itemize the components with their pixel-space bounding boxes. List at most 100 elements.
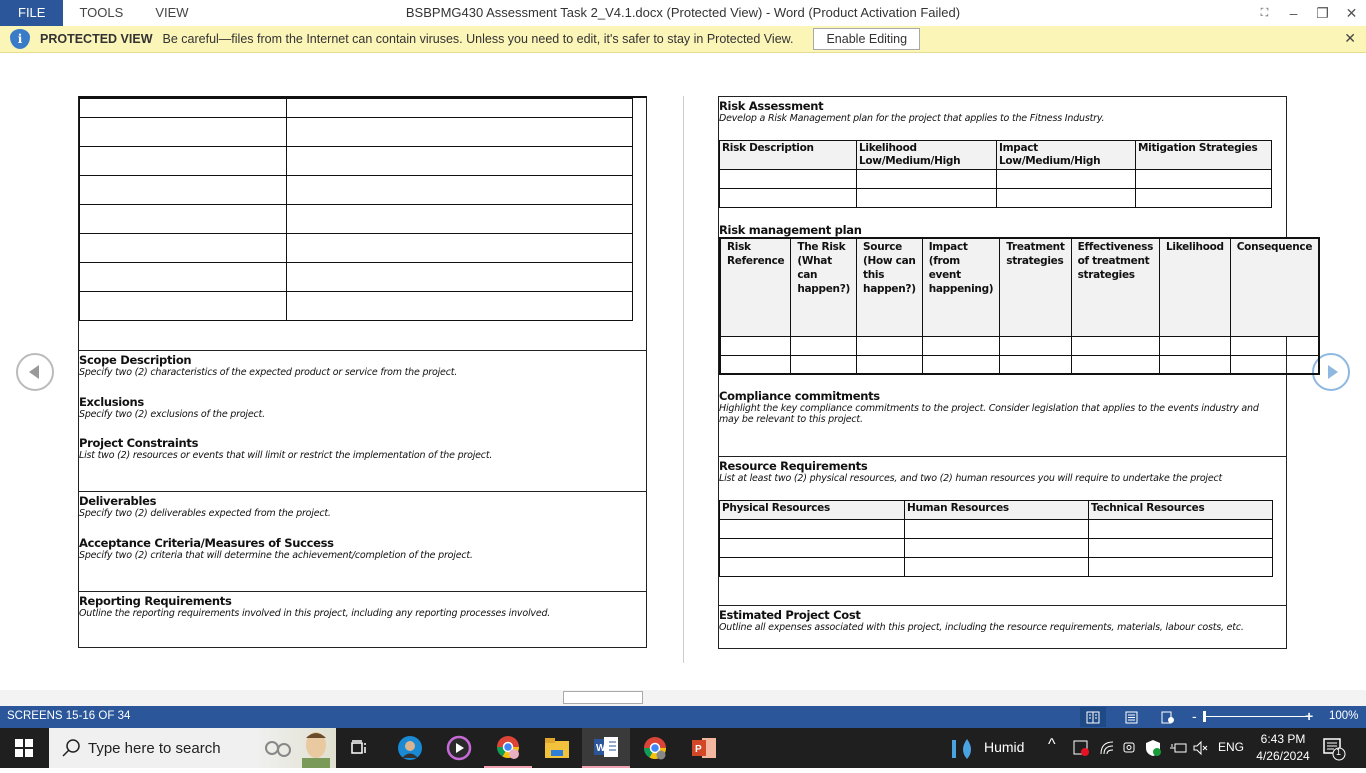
table-cell[interactable] xyxy=(1088,519,1273,539)
table-row xyxy=(79,233,633,263)
chrome-icon[interactable] xyxy=(631,728,679,768)
table-cell[interactable] xyxy=(79,175,287,205)
table-cell[interactable] xyxy=(1088,538,1273,558)
table-cell[interactable] xyxy=(719,354,792,375)
zoom-slider[interactable] xyxy=(1203,716,1307,717)
table-cell[interactable] xyxy=(999,335,1072,356)
horizontal-scrollbar[interactable] xyxy=(0,690,1366,706)
table-cell[interactable] xyxy=(790,354,858,375)
previous-screen-button[interactable] xyxy=(16,353,54,391)
table-cell[interactable] xyxy=(719,188,857,208)
table-cell[interactable] xyxy=(904,538,1089,558)
windows-start-icon[interactable] xyxy=(0,728,48,768)
table-cell[interactable] xyxy=(1159,335,1231,356)
menu-tools[interactable]: TOOLS xyxy=(63,0,139,26)
table-cell[interactable] xyxy=(719,557,905,577)
table-cell[interactable] xyxy=(286,146,633,176)
security-shield-icon[interactable] xyxy=(1145,739,1161,762)
table-cell[interactable] xyxy=(1229,354,1320,375)
powerpoint-icon[interactable]: P xyxy=(680,728,728,768)
battery-plug-icon[interactable] xyxy=(1169,740,1187,761)
table-cell[interactable] xyxy=(790,335,858,356)
table-cell[interactable] xyxy=(79,98,287,118)
scrollbar-thumb[interactable] xyxy=(563,691,643,704)
section-title: Deliverables xyxy=(79,494,157,508)
table-cell[interactable] xyxy=(996,188,1136,208)
file-explorer-icon[interactable] xyxy=(533,728,581,768)
table-cell[interactable] xyxy=(856,335,923,356)
table-cell[interactable] xyxy=(286,117,633,147)
table-cell[interactable] xyxy=(719,169,857,189)
camera-icon[interactable] xyxy=(1122,740,1136,761)
weather-text[interactable]: Humid xyxy=(984,739,1024,755)
zoom-out-button[interactable]: - xyxy=(1192,708,1197,724)
enable-editing-button[interactable]: Enable Editing xyxy=(813,28,921,50)
table-cell[interactable] xyxy=(1070,335,1161,356)
table-cell[interactable] xyxy=(79,291,287,321)
edge-profile-icon[interactable] xyxy=(386,728,434,768)
header-text: Low/Medium/High xyxy=(859,155,961,167)
zoom-in-button[interactable]: + xyxy=(1305,708,1313,724)
table-cell[interactable] xyxy=(1088,557,1273,577)
task-view-icon[interactable] xyxy=(336,728,384,768)
taskbar-search-box[interactable]: Type here to search xyxy=(49,728,336,768)
clock[interactable]: 6:43 PM 4/26/2024 xyxy=(1254,731,1312,765)
table-row xyxy=(719,557,1273,577)
weather-icon[interactable] xyxy=(950,738,976,765)
minimize-button[interactable]: – xyxy=(1279,0,1308,26)
fullscreen-icon[interactable]: ⛶ xyxy=(1250,0,1279,26)
table-cell[interactable] xyxy=(856,354,923,375)
table-cell[interactable] xyxy=(286,98,633,118)
table-cell[interactable] xyxy=(1135,169,1272,189)
language-indicator[interactable]: ENG xyxy=(1218,740,1244,754)
header-text: Low/Medium/High xyxy=(999,155,1101,167)
table-cell[interactable] xyxy=(286,175,633,205)
table-cell[interactable] xyxy=(79,204,287,234)
table-cell[interactable] xyxy=(286,204,633,234)
table-cell[interactable] xyxy=(996,169,1136,189)
print-layout-icon[interactable] xyxy=(1118,707,1144,727)
restore-button[interactable]: ❐ xyxy=(1308,0,1337,26)
close-button[interactable]: ✕ xyxy=(1337,0,1366,26)
network-icon[interactable] xyxy=(1099,740,1115,761)
table-cell[interactable] xyxy=(286,291,633,321)
resources-table: Physical Resources Human Resources Techn… xyxy=(719,500,1273,577)
table-cell[interactable] xyxy=(79,146,287,176)
table-cell[interactable] xyxy=(1159,354,1231,375)
table-cell[interactable] xyxy=(1135,188,1272,208)
volume-muted-icon[interactable] xyxy=(1192,740,1208,761)
tray-overflow-icon[interactable]: ^ xyxy=(1048,736,1056,754)
chrome-profile-icon[interactable] xyxy=(484,728,532,768)
table-cell[interactable] xyxy=(904,519,1089,539)
menu-view[interactable]: VIEW xyxy=(139,0,204,26)
table-cell[interactable] xyxy=(719,538,905,558)
close-bar-icon[interactable]: ✕ xyxy=(1344,30,1356,47)
read-mode-icon[interactable] xyxy=(1080,707,1106,727)
media-player-icon[interactable] xyxy=(435,728,483,768)
table-cell[interactable] xyxy=(921,335,1001,356)
notification-center-icon[interactable]: 1 xyxy=(1322,737,1346,766)
table-cell[interactable] xyxy=(999,354,1072,375)
zoom-slider-thumb[interactable] xyxy=(1203,711,1206,722)
table-cell[interactable] xyxy=(921,354,1001,375)
web-layout-icon[interactable] xyxy=(1155,707,1181,727)
zoom-level[interactable]: 100% xyxy=(1329,710,1358,722)
table-cell[interactable] xyxy=(286,233,633,263)
table-cell[interactable] xyxy=(1070,354,1161,375)
app-tray-icon[interactable] xyxy=(1073,740,1089,761)
table-cell[interactable] xyxy=(856,169,997,189)
table-cell[interactable] xyxy=(856,188,997,208)
table-cell[interactable] xyxy=(719,335,792,356)
table-cell[interactable] xyxy=(79,262,287,292)
search-icon xyxy=(62,739,80,757)
table-cell[interactable] xyxy=(904,557,1089,577)
table-cell[interactable] xyxy=(719,519,905,539)
table-cell[interactable] xyxy=(79,117,287,147)
table-cell[interactable] xyxy=(1229,335,1320,356)
word-app-icon[interactable]: W xyxy=(582,728,630,768)
table-cell[interactable] xyxy=(286,262,633,292)
table-cell[interactable] xyxy=(79,233,287,263)
header-technical-resources: Technical Resources xyxy=(1088,500,1273,520)
table-row xyxy=(79,291,633,321)
menu-file[interactable]: FILE xyxy=(0,0,64,26)
